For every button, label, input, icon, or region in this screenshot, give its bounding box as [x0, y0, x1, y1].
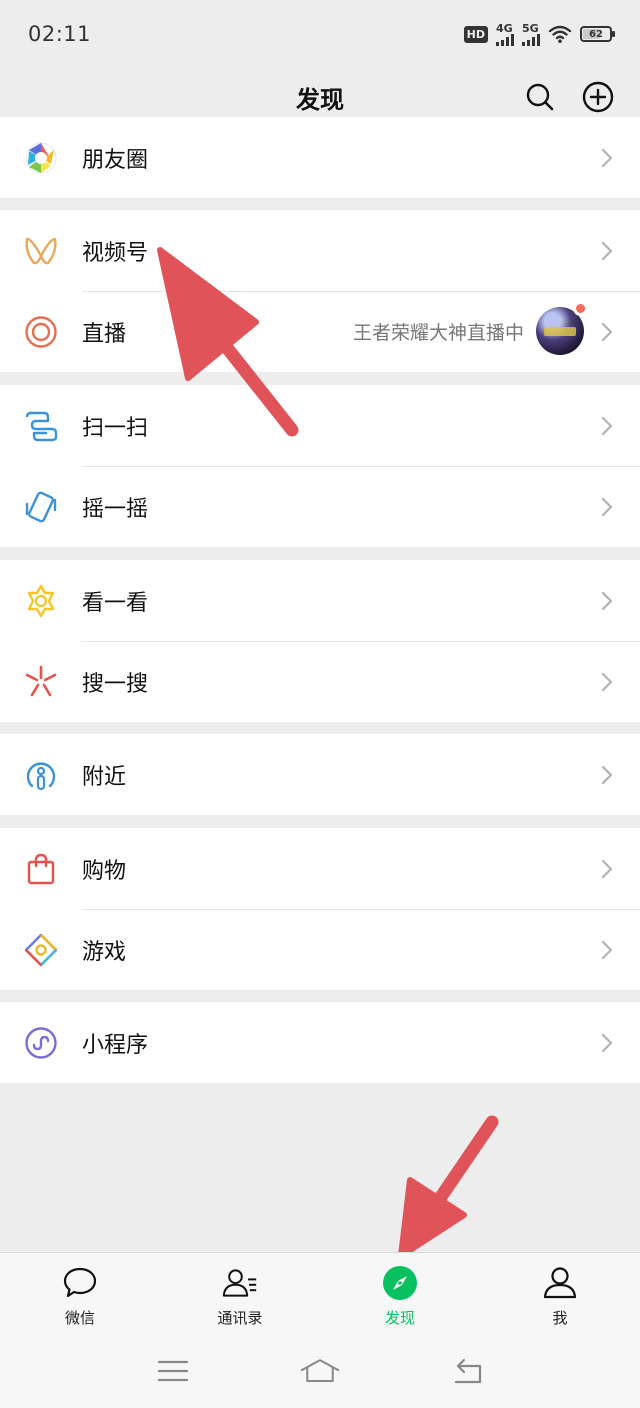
top-stories-icon: [24, 584, 58, 618]
section-stories: 看一看 搜一搜: [0, 560, 640, 722]
contacts-icon: [222, 1265, 258, 1301]
plus-circle-icon[interactable]: [578, 77, 618, 117]
section-shopping: 购物 游戏: [0, 828, 640, 990]
live-ring-icon: [24, 315, 58, 349]
tab-label: 我: [552, 1309, 568, 1327]
home-icon[interactable]: [300, 1356, 340, 1386]
list-item-label: 看一看: [82, 590, 149, 616]
list-item-label: 摇一摇: [82, 496, 149, 522]
list-item-label: 朋友圈: [82, 147, 149, 173]
list-item-search[interactable]: 搜一搜: [0, 641, 640, 722]
list-item-label: 购物: [82, 858, 127, 884]
list-item-label: 搜一搜: [82, 671, 149, 697]
shake-icon: [24, 490, 58, 524]
list-item-label: 扫一扫: [82, 415, 149, 441]
me-person-icon: [542, 1265, 578, 1301]
games-icon: [24, 933, 58, 967]
chat-bubble-icon: [62, 1265, 98, 1301]
chevron-right-icon: [601, 765, 613, 785]
live-streamer-avatar: [536, 301, 588, 355]
annotation-arrow-discover: [398, 1115, 499, 1259]
list-item-top-stories[interactable]: 看一看: [0, 560, 640, 641]
chevron-right-icon: [601, 672, 613, 692]
tab-label: 微信: [64, 1309, 95, 1327]
list-item-mini-programs[interactable]: 小程序: [0, 1002, 640, 1083]
channels-butterfly-icon: [24, 234, 58, 268]
wifi-icon: [548, 25, 572, 43]
shopping-bag-icon: [24, 852, 58, 886]
list-item-moments[interactable]: 朋友圈: [0, 117, 640, 198]
moments-aperture-icon: [24, 141, 58, 175]
list-item-label: 直播: [82, 321, 127, 347]
list-item-games[interactable]: 游戏: [0, 909, 640, 990]
tab-label: 通讯录: [217, 1309, 263, 1327]
chevron-right-icon: [601, 241, 613, 261]
live-dot-badge: [573, 301, 588, 316]
chevron-right-icon: [601, 940, 613, 960]
list-item-nearby[interactable]: 附近: [0, 734, 640, 815]
search-spark-icon: [24, 665, 58, 699]
back-icon[interactable]: [447, 1356, 487, 1386]
page-title: 发现: [296, 85, 344, 114]
system-nav-bar: [0, 1334, 640, 1408]
signal-5g-icon: 5G: [522, 23, 540, 46]
bottom-tab-bar: 微信 通讯录 发现 我: [0, 1252, 640, 1334]
list-item-label: 视频号: [82, 240, 149, 266]
section-scan: 扫一扫 摇一摇: [0, 385, 640, 547]
chevron-right-icon: [601, 497, 613, 517]
discover-compass-icon: [382, 1265, 418, 1301]
section-mini-programs: 小程序: [0, 1002, 640, 1083]
status-time: 02:11: [28, 22, 92, 46]
section-channels: 视频号 直播 王者荣耀大神直播中: [0, 210, 640, 372]
list-item-label: 小程序: [82, 1032, 149, 1058]
chevron-right-icon: [601, 859, 613, 879]
list-item-scan[interactable]: 扫一扫: [0, 385, 640, 466]
battery-icon: 62: [580, 26, 615, 42]
tab-contacts[interactable]: 通讯录: [160, 1253, 320, 1334]
nearby-icon: [24, 758, 58, 792]
list-item-live[interactable]: 直播 王者荣耀大神直播中: [0, 291, 640, 372]
chevron-right-icon: [601, 322, 613, 342]
scan-icon: [24, 409, 58, 443]
live-status-text: 王者荣耀大神直播中: [352, 322, 524, 344]
tab-me[interactable]: 我: [480, 1253, 640, 1334]
search-icon[interactable]: [520, 77, 560, 117]
signal-4g-icon: 4G: [496, 23, 514, 46]
status-bar: 02:11 HD 4G 5G 62: [0, 0, 640, 68]
mini-programs-icon: [24, 1026, 58, 1060]
list-item-label: 游戏: [82, 939, 127, 965]
chevron-right-icon: [601, 1033, 613, 1053]
chevron-right-icon: [601, 416, 613, 436]
chevron-right-icon: [601, 591, 613, 611]
tab-label: 发现: [384, 1309, 415, 1327]
tab-discover[interactable]: 发现: [320, 1253, 480, 1334]
section-nearby: 附近: [0, 734, 640, 815]
list-item-label: 附近: [82, 764, 127, 790]
hd-voice-icon: HD: [463, 25, 488, 43]
section-moments: 朋友圈: [0, 117, 640, 198]
status-indicators: HD 4G 5G 62: [463, 23, 615, 46]
chevron-right-icon: [601, 148, 613, 168]
list-item-channels[interactable]: 视频号: [0, 210, 640, 291]
list-item-shake[interactable]: 摇一摇: [0, 466, 640, 547]
list-item-shopping[interactable]: 购物: [0, 828, 640, 909]
menu-icon[interactable]: [153, 1356, 193, 1386]
tab-chats[interactable]: 微信: [0, 1253, 160, 1334]
